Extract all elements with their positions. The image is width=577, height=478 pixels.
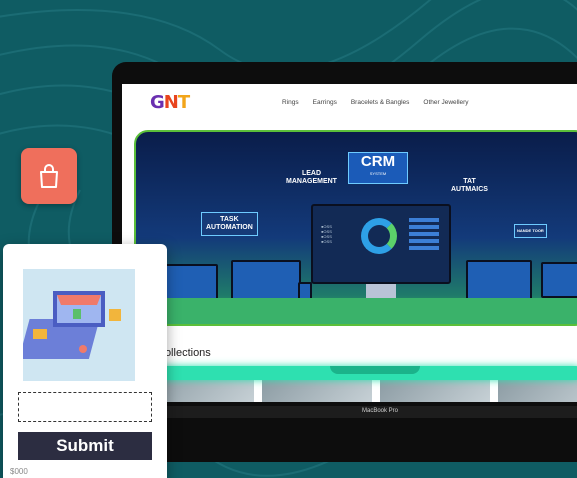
product-illustration [18, 269, 135, 381]
hero-desk [136, 298, 577, 324]
hero-title-text: CRM [360, 153, 396, 170]
side-screen-left-2 [231, 260, 301, 300]
laptop-screen: GNT Rings Earrings Bracelets & Bangles O… [122, 84, 577, 402]
laptop-hinge [112, 406, 577, 418]
hero-banner[interactable]: CRM SYSTEM LEAD MANAGEMENT TASK AUTOMATI… [134, 130, 577, 326]
shopping-bag-button[interactable] [21, 148, 77, 204]
monitor-list-item: ●OSS [321, 239, 332, 244]
hero-title: CRM SYSTEM [348, 152, 408, 184]
product-card: Submit [3, 244, 167, 478]
hero-label-lead: LEAD MANAGEMENT [286, 170, 337, 185]
monitor-list: ●OSS ●OSS ●OSS ●OSS [321, 224, 332, 244]
side-screen-left [158, 264, 218, 300]
nav-item-rings[interactable]: Rings [282, 99, 299, 106]
bar-graphic [409, 218, 439, 253]
logo-letter-g: G [150, 92, 165, 113]
shopping-bag-icon [40, 164, 58, 188]
logo-letter-n: N [163, 92, 179, 113]
hero-title-sub: SYSTEM [369, 171, 387, 176]
site-logo[interactable]: GNT [150, 92, 190, 113]
hero-label-nano: NANDE TOOR [514, 224, 547, 238]
nav-item-bracelets[interactable]: Bracelets & Bangles [351, 99, 410, 106]
price-text: $000 [10, 467, 28, 476]
side-screen-right [466, 260, 532, 300]
side-screen-right-2 [541, 262, 577, 298]
site-nav: GNT Rings Earrings Bracelets & Bangles O… [122, 84, 577, 124]
logo-letter-t: T [177, 92, 190, 113]
hero-monitor: ●OSS ●OSS ●OSS ●OSS [311, 204, 451, 284]
laptop-brand: MacBook Pro [362, 408, 399, 414]
submit-button[interactable]: Submit [18, 432, 152, 460]
donut-chart-graphic [361, 218, 397, 254]
nav-item-earrings[interactable]: Earrings [313, 99, 337, 106]
input-field[interactable] [18, 392, 152, 422]
laptop: GNT Rings Earrings Bracelets & Bangles O… [112, 62, 577, 462]
hero-label-tat: TAT AUTMAICS [451, 178, 488, 193]
nav-item-other-jewellery[interactable]: Other Jewellery [423, 99, 468, 106]
nav-links: Rings Earrings Bracelets & Bangles Other… [282, 99, 469, 106]
hero-label-task: TASK AUTOMATION [201, 212, 258, 236]
laptop-notch [330, 366, 420, 374]
